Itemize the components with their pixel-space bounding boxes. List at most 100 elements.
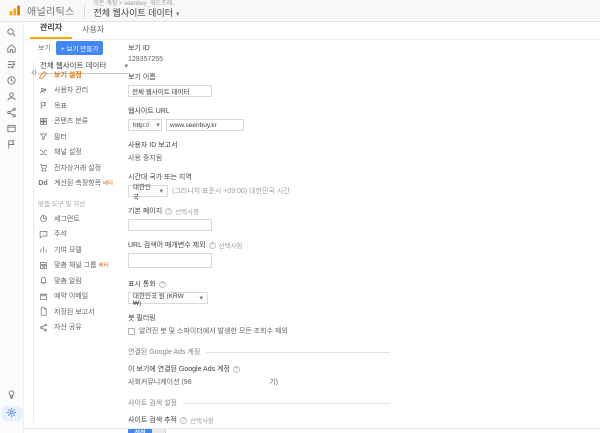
currency-label: 표시 통화 — [128, 281, 156, 288]
pencil-icon — [38, 70, 48, 80]
grid-icon — [38, 116, 48, 126]
people-icon — [38, 85, 48, 95]
rail-item-behavior[interactable] — [4, 124, 20, 136]
menu-item-맞춤-알림[interactable]: 맞춤 알림 — [38, 273, 134, 289]
currency-select[interactable]: 대한민국 원 (KRW ₩) ▾ — [128, 292, 208, 307]
menu-section-header: 맞춤 도구 및 자산 — [38, 201, 86, 208]
cart-icon — [38, 163, 48, 173]
menu-item-보기-설정[interactable]: 보기 설정 — [38, 67, 134, 83]
url-scheme-select[interactable]: http://▾ — [128, 119, 162, 131]
calc-icon: Dd — [38, 179, 48, 187]
page-title[interactable]: 전체 웹사이트 데이터 ▾ — [94, 8, 180, 20]
userid-report-field: 사용자 ID 보고서 사용 중지됨 — [128, 140, 390, 163]
account-switcher[interactable]: 모든 계정 > seenbuy_워드프레.. 전체 웹사이트 데이터 ▾ — [94, 1, 180, 20]
app-name: 애널리틱스 — [27, 7, 75, 18]
timezone-field: 시간대 국가 또는 지역 대한민국 ▾ (그리니치 표준시 +09:00) 대한민… — [128, 172, 390, 201]
attribution-icon — [38, 245, 48, 255]
filter-icon — [38, 132, 48, 142]
default-page-field: 기본 페이지? 선택사항 — [128, 206, 390, 231]
menu-item-목표[interactable]: 목표 — [38, 98, 134, 114]
tab-user[interactable]: 사용자 — [72, 21, 114, 39]
bot-filter-checkbox[interactable] — [128, 327, 135, 335]
menu-item-예약-이메일[interactable]: 예약 이메일 — [38, 289, 134, 305]
alert-icon — [38, 276, 48, 286]
group-icon — [38, 260, 48, 270]
ads-account-name: 사회커뮤니케이션 (98 — [128, 379, 192, 386]
segment-icon — [38, 214, 48, 224]
timezone-country-select[interactable]: 대한민국 ▾ — [128, 184, 168, 201]
rail-item-customization[interactable] — [4, 60, 20, 72]
linked-ads-account-row[interactable]: 사회커뮤니케이션 (98 기) — [128, 377, 278, 387]
menu-item-사용자-관리[interactable]: 사용자 관리 — [38, 83, 134, 99]
menu-item-저장된-보고서[interactable]: 저장된 보고서 — [38, 304, 134, 320]
exclude-params-label: URL 검색어 매개변수 제외 — [128, 242, 206, 249]
chevron-down-icon: ▾ — [159, 188, 163, 195]
help-icon[interactable]: ? — [179, 416, 187, 424]
view-settings-menu: 보기 설정 사용자 관리 목표 콘텐츠 분류 필터 채널 설정 전자상거래 설정 Dd 계산된 … — [38, 67, 134, 335]
menu-item-콘텐츠-분류[interactable]: 콘텐츠 분류 — [38, 114, 134, 130]
flag-icon — [38, 101, 48, 111]
userid-report-label: 사용자 ID 보고서 — [128, 142, 178, 149]
rail-item-home[interactable] — [4, 44, 20, 56]
site-search-tracking-label: 사이트 검색 추적 — [128, 417, 177, 424]
breadcrumb: 모든 계정 > seenbuy_워드프레.. — [93, 0, 176, 7]
ga-admin-screen: 애널리틱스 모든 계정 > seenbuy_워드프레.. 전체 웹사이트 데이터… — [0, 0, 600, 433]
website-url-field: 웹사이트 URL http://▾ — [128, 106, 390, 131]
website-url-input[interactable] — [166, 119, 244, 131]
tab-admin[interactable]: 관리자 — [30, 19, 73, 39]
gear-icon — [6, 405, 17, 423]
menu-item-자산-공유[interactable]: 자산 공유 — [38, 320, 134, 336]
menu-item-세그먼트[interactable]: 세그먼트 — [38, 211, 134, 227]
view-name-label: 보기 이름 — [128, 74, 156, 81]
default-page-label: 기본 페이지 — [128, 208, 163, 215]
menu-item-전자상거래-설정[interactable]: 전자상거래 설정 — [38, 160, 134, 176]
panel-bottom-divider — [24, 428, 600, 429]
default-page-input[interactable] — [128, 219, 212, 231]
linked-ads-label: 이 보기에 연결된 Google Ads 계정 — [128, 366, 230, 373]
website-url-label: 웹사이트 URL — [128, 108, 170, 115]
menu-item-주석[interactable]: 주석 — [38, 227, 134, 243]
rail-item-search[interactable] — [4, 28, 20, 40]
rail-item-conversions[interactable] — [4, 140, 20, 152]
admin-tabs: 관리자 사용자 — [24, 22, 600, 40]
site-search-section-header: 사이트 검색 설정 — [128, 398, 390, 408]
menu-item-기여-모델[interactable]: 기여 모델 — [38, 242, 134, 258]
exclude-params-field: URL 검색어 매개변수 제외? 선택사항 — [128, 240, 390, 270]
menu-item-채널-설정[interactable]: 채널 설정 — [38, 145, 134, 161]
help-icon[interactable]: ? — [232, 365, 240, 373]
timezone-detail: (그리니치 표준시 +09:00) 대한민국 시간 — [172, 188, 290, 195]
goal-flag-icon — [6, 137, 17, 155]
currency-field: 표시 통화? 대한민국 원 (KRW ₩) ▾ — [128, 279, 390, 307]
optional-tag: 선택사항 — [175, 209, 200, 216]
header-divider — [83, 3, 85, 18]
view-name-field: 보기 이름 — [128, 72, 390, 97]
view-settings-form: 보기 ID 129357255 보기 이름 웹사이트 URL http://▾ … — [128, 43, 390, 433]
app-header: 애널리틱스 모든 계정 > seenbuy_워드프레.. 전체 웹사이트 데이터… — [0, 0, 600, 22]
rail-item-discover[interactable] — [4, 390, 20, 402]
optional-tag: 선택사항 — [218, 243, 243, 250]
rail-item-admin[interactable] — [1, 405, 22, 423]
timezone-label: 시간대 국가 또는 지역 — [128, 174, 192, 181]
view-id-value: 129357255 — [128, 56, 164, 63]
menu-item-맞춤-채널-그룹[interactable]: 맞춤 채널 그룹 베타 — [38, 258, 134, 274]
create-view-button[interactable]: + 보기 만들기 — [55, 41, 104, 55]
help-icon[interactable]: ? — [158, 280, 166, 288]
menu-item-계산된-측정항목[interactable]: Dd 계산된 측정항목 베타 — [38, 176, 134, 192]
optional-tag: 선택사항 — [189, 418, 214, 425]
bot-filtering-label: 봇 필터링 — [128, 315, 156, 322]
ads-section-header: 연결된 Google Ads 계정 — [128, 347, 390, 357]
menu-item-필터[interactable]: 필터 — [38, 129, 134, 145]
rail-item-acquisition[interactable] — [4, 107, 20, 120]
panel-left-border — [33, 62, 34, 423]
help-icon[interactable]: ? — [208, 241, 216, 249]
admin-content: 보기 + 보기 만들기 전체 웹사이트 데이터 ▾ 보기 설정 사용자 관리 목표 콘… — [24, 40, 600, 433]
rail-item-audience[interactable] — [4, 92, 20, 104]
help-icon[interactable]: ? — [165, 207, 173, 215]
left-nav-rail — [0, 22, 24, 433]
annotation-icon — [38, 229, 48, 239]
view-name-input[interactable] — [128, 85, 212, 97]
bot-filtering-field: 봇 필터링 알려진 봇 및 스파이더에서 발생한 모든 조회수 제외 — [128, 313, 390, 336]
channel-icon — [38, 147, 48, 157]
exclude-params-textarea[interactable] — [128, 253, 212, 268]
rail-item-realtime[interactable] — [4, 76, 20, 88]
